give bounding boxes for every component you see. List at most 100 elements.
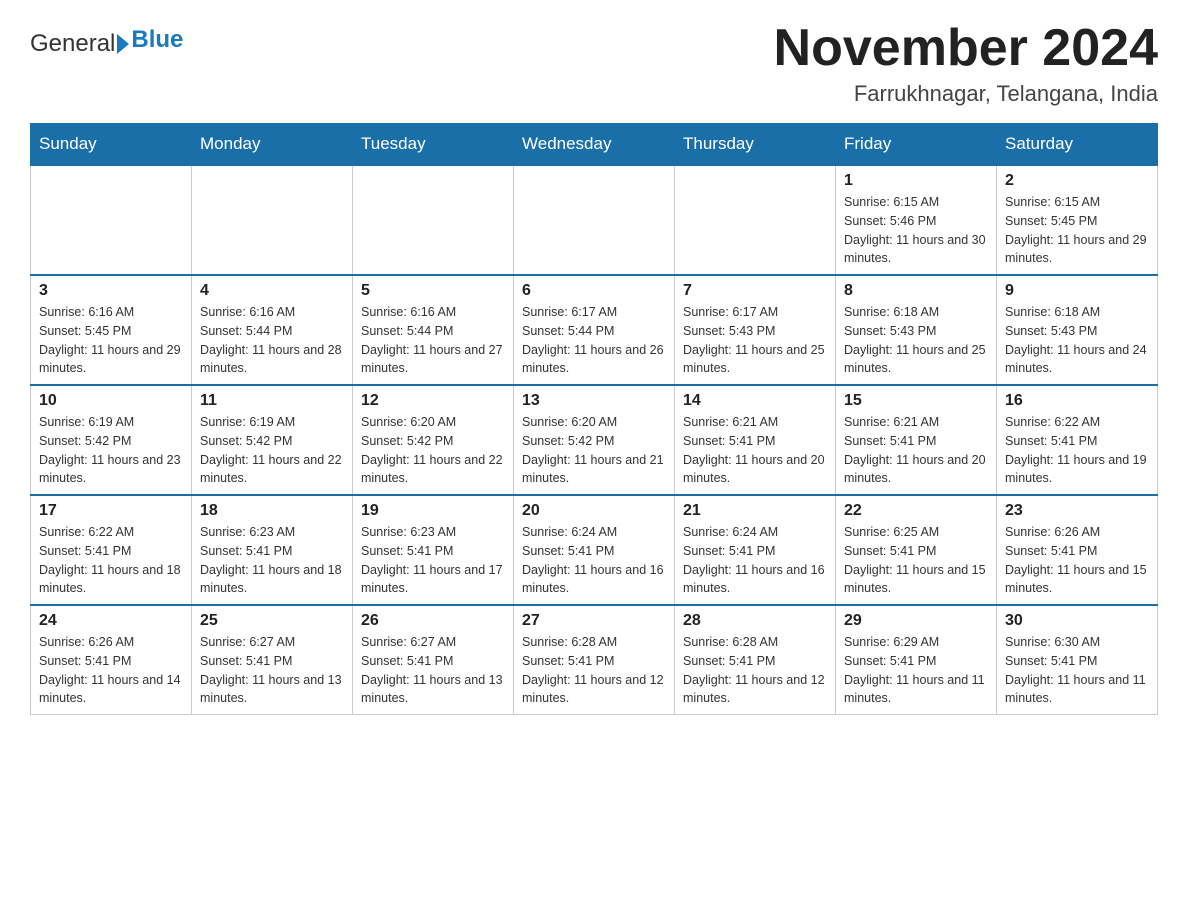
table-row: 14 Sunrise: 6:21 AMSunset: 5:41 PMDaylig…	[675, 385, 836, 495]
day-info: Sunrise: 6:27 AMSunset: 5:41 PMDaylight:…	[361, 633, 505, 708]
calendar-week-5: 24 Sunrise: 6:26 AMSunset: 5:41 PMDaylig…	[31, 605, 1158, 715]
day-info: Sunrise: 6:24 AMSunset: 5:41 PMDaylight:…	[522, 523, 666, 598]
table-row: 11 Sunrise: 6:19 AMSunset: 5:42 PMDaylig…	[192, 385, 353, 495]
weekday-header-row: Sunday Monday Tuesday Wednesday Thursday…	[31, 124, 1158, 166]
header-wednesday: Wednesday	[514, 124, 675, 166]
logo-arrow-icon	[117, 34, 129, 54]
day-info: Sunrise: 6:27 AMSunset: 5:41 PMDaylight:…	[200, 633, 344, 708]
day-info: Sunrise: 6:21 AMSunset: 5:41 PMDaylight:…	[683, 413, 827, 488]
day-info: Sunrise: 6:28 AMSunset: 5:41 PMDaylight:…	[522, 633, 666, 708]
header-saturday: Saturday	[997, 124, 1158, 166]
day-number: 29	[844, 612, 988, 630]
table-row: 5 Sunrise: 6:16 AMSunset: 5:44 PMDayligh…	[353, 275, 514, 385]
table-row: 2 Sunrise: 6:15 AMSunset: 5:45 PMDayligh…	[997, 165, 1158, 275]
day-number: 18	[200, 502, 344, 520]
table-row: 10 Sunrise: 6:19 AMSunset: 5:42 PMDaylig…	[31, 385, 192, 495]
table-row: 24 Sunrise: 6:26 AMSunset: 5:41 PMDaylig…	[31, 605, 192, 715]
day-number: 28	[683, 612, 827, 630]
day-number: 5	[361, 282, 505, 300]
day-info: Sunrise: 6:19 AMSunset: 5:42 PMDaylight:…	[200, 413, 344, 488]
day-info: Sunrise: 6:18 AMSunset: 5:43 PMDaylight:…	[844, 303, 988, 378]
day-info: Sunrise: 6:18 AMSunset: 5:43 PMDaylight:…	[1005, 303, 1149, 378]
title-block: November 2024 Farrukhnagar, Telangana, I…	[774, 20, 1158, 107]
day-number: 12	[361, 392, 505, 410]
day-info: Sunrise: 6:22 AMSunset: 5:41 PMDaylight:…	[1005, 413, 1149, 488]
table-row: 15 Sunrise: 6:21 AMSunset: 5:41 PMDaylig…	[836, 385, 997, 495]
table-row	[675, 165, 836, 275]
day-info: Sunrise: 6:28 AMSunset: 5:41 PMDaylight:…	[683, 633, 827, 708]
header-sunday: Sunday	[31, 124, 192, 166]
day-info: Sunrise: 6:17 AMSunset: 5:44 PMDaylight:…	[522, 303, 666, 378]
header-friday: Friday	[836, 124, 997, 166]
table-row	[514, 165, 675, 275]
calendar-week-1: 1 Sunrise: 6:15 AMSunset: 5:46 PMDayligh…	[31, 165, 1158, 275]
table-row: 25 Sunrise: 6:27 AMSunset: 5:41 PMDaylig…	[192, 605, 353, 715]
day-info: Sunrise: 6:20 AMSunset: 5:42 PMDaylight:…	[361, 413, 505, 488]
day-number: 2	[1005, 172, 1149, 190]
logo-blue-text: Blue	[131, 26, 183, 54]
table-row: 28 Sunrise: 6:28 AMSunset: 5:41 PMDaylig…	[675, 605, 836, 715]
table-row: 8 Sunrise: 6:18 AMSunset: 5:43 PMDayligh…	[836, 275, 997, 385]
table-row: 29 Sunrise: 6:29 AMSunset: 5:41 PMDaylig…	[836, 605, 997, 715]
day-info: Sunrise: 6:30 AMSunset: 5:41 PMDaylight:…	[1005, 633, 1149, 708]
day-info: Sunrise: 6:16 AMSunset: 5:44 PMDaylight:…	[200, 303, 344, 378]
day-number: 27	[522, 612, 666, 630]
logo: General Blue	[30, 30, 183, 58]
day-number: 20	[522, 502, 666, 520]
table-row: 7 Sunrise: 6:17 AMSunset: 5:43 PMDayligh…	[675, 275, 836, 385]
day-info: Sunrise: 6:23 AMSunset: 5:41 PMDaylight:…	[200, 523, 344, 598]
table-row	[31, 165, 192, 275]
table-row: 27 Sunrise: 6:28 AMSunset: 5:41 PMDaylig…	[514, 605, 675, 715]
table-row: 18 Sunrise: 6:23 AMSunset: 5:41 PMDaylig…	[192, 495, 353, 605]
table-row: 3 Sunrise: 6:16 AMSunset: 5:45 PMDayligh…	[31, 275, 192, 385]
table-row: 9 Sunrise: 6:18 AMSunset: 5:43 PMDayligh…	[997, 275, 1158, 385]
page-header: General Blue November 2024 Farrukhnagar,…	[30, 20, 1158, 107]
day-info: Sunrise: 6:16 AMSunset: 5:45 PMDaylight:…	[39, 303, 183, 378]
table-row: 13 Sunrise: 6:20 AMSunset: 5:42 PMDaylig…	[514, 385, 675, 495]
table-row: 1 Sunrise: 6:15 AMSunset: 5:46 PMDayligh…	[836, 165, 997, 275]
day-info: Sunrise: 6:16 AMSunset: 5:44 PMDaylight:…	[361, 303, 505, 378]
day-number: 8	[844, 282, 988, 300]
day-info: Sunrise: 6:29 AMSunset: 5:41 PMDaylight:…	[844, 633, 988, 708]
day-info: Sunrise: 6:21 AMSunset: 5:41 PMDaylight:…	[844, 413, 988, 488]
day-info: Sunrise: 6:15 AMSunset: 5:46 PMDaylight:…	[844, 193, 988, 268]
day-number: 11	[200, 392, 344, 410]
table-row: 20 Sunrise: 6:24 AMSunset: 5:41 PMDaylig…	[514, 495, 675, 605]
day-info: Sunrise: 6:26 AMSunset: 5:41 PMDaylight:…	[1005, 523, 1149, 598]
header-thursday: Thursday	[675, 124, 836, 166]
day-number: 3	[39, 282, 183, 300]
day-info: Sunrise: 6:17 AMSunset: 5:43 PMDaylight:…	[683, 303, 827, 378]
day-number: 21	[683, 502, 827, 520]
table-row: 6 Sunrise: 6:17 AMSunset: 5:44 PMDayligh…	[514, 275, 675, 385]
logo-general-text: General	[30, 30, 115, 58]
table-row: 17 Sunrise: 6:22 AMSunset: 5:41 PMDaylig…	[31, 495, 192, 605]
day-number: 10	[39, 392, 183, 410]
day-number: 19	[361, 502, 505, 520]
table-row: 23 Sunrise: 6:26 AMSunset: 5:41 PMDaylig…	[997, 495, 1158, 605]
table-row: 30 Sunrise: 6:30 AMSunset: 5:41 PMDaylig…	[997, 605, 1158, 715]
table-row: 16 Sunrise: 6:22 AMSunset: 5:41 PMDaylig…	[997, 385, 1158, 495]
day-number: 9	[1005, 282, 1149, 300]
day-info: Sunrise: 6:19 AMSunset: 5:42 PMDaylight:…	[39, 413, 183, 488]
table-row	[353, 165, 514, 275]
day-number: 13	[522, 392, 666, 410]
day-number: 7	[683, 282, 827, 300]
day-info: Sunrise: 6:26 AMSunset: 5:41 PMDaylight:…	[39, 633, 183, 708]
table-row: 12 Sunrise: 6:20 AMSunset: 5:42 PMDaylig…	[353, 385, 514, 495]
day-number: 16	[1005, 392, 1149, 410]
day-info: Sunrise: 6:24 AMSunset: 5:41 PMDaylight:…	[683, 523, 827, 598]
table-row: 21 Sunrise: 6:24 AMSunset: 5:41 PMDaylig…	[675, 495, 836, 605]
day-info: Sunrise: 6:23 AMSunset: 5:41 PMDaylight:…	[361, 523, 505, 598]
day-info: Sunrise: 6:20 AMSunset: 5:42 PMDaylight:…	[522, 413, 666, 488]
day-number: 6	[522, 282, 666, 300]
day-number: 23	[1005, 502, 1149, 520]
day-number: 24	[39, 612, 183, 630]
day-info: Sunrise: 6:15 AMSunset: 5:45 PMDaylight:…	[1005, 193, 1149, 268]
header-monday: Monday	[192, 124, 353, 166]
day-number: 25	[200, 612, 344, 630]
calendar-title: November 2024	[774, 20, 1158, 77]
table-row: 22 Sunrise: 6:25 AMSunset: 5:41 PMDaylig…	[836, 495, 997, 605]
calendar-week-4: 17 Sunrise: 6:22 AMSunset: 5:41 PMDaylig…	[31, 495, 1158, 605]
day-number: 26	[361, 612, 505, 630]
day-number: 17	[39, 502, 183, 520]
